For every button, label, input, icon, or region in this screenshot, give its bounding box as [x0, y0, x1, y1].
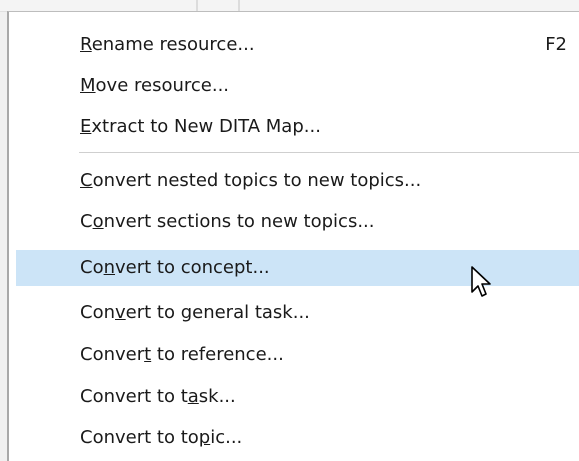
menu-item-convert-to-task[interactable]: Convert to task... [16, 379, 579, 415]
menu-item-convert-to-general-task[interactable]: Convert to general task... [16, 295, 579, 331]
menu-item-label: Convert to reference... [80, 344, 284, 365]
menu-item-label: Rename resource... [80, 34, 255, 55]
ruler-tick [238, 0, 240, 11]
menu-item-label: Move resource... [80, 75, 230, 96]
menu-item-label: Convert sections to new topics... [80, 211, 375, 232]
menu-item-extract-to-new-dita-map[interactable]: Extract to New DITA Map... [16, 109, 579, 145]
menu-item-rename-resource[interactable]: Rename resource... F2 [16, 27, 579, 63]
menu-item-convert-to-topic[interactable]: Convert to topic... [16, 420, 579, 456]
menu-item-convert-to-reference[interactable]: Convert to reference... [16, 337, 579, 373]
shortcut-label: F2 [545, 34, 567, 55]
menu-separator [79, 152, 579, 153]
ruler-tick [196, 0, 198, 11]
menu-item-label: Convert nested topics to new topics... [80, 170, 422, 191]
menu-item-convert-nested-topics[interactable]: Convert nested topics to new topics... [16, 163, 579, 199]
menu-item-label: Convert to task... [80, 386, 236, 407]
menu-item-label: Extract to New DITA Map... [80, 116, 321, 137]
menu-item-move-resource[interactable]: Move resource... [16, 68, 579, 104]
menu-item-label: Convert to general task... [80, 302, 310, 323]
menu-item-convert-to-concept[interactable]: Convert to concept... [16, 250, 579, 286]
menu-item-label: Convert to concept... [80, 257, 270, 278]
menu-item-convert-sections[interactable]: Convert sections to new topics... [16, 204, 579, 240]
arrow-pointer-icon [471, 266, 491, 297]
menu-item-label: Convert to topic... [80, 427, 243, 448]
context-menu: Rename resource... F2 Move resource... E… [7, 11, 579, 461]
